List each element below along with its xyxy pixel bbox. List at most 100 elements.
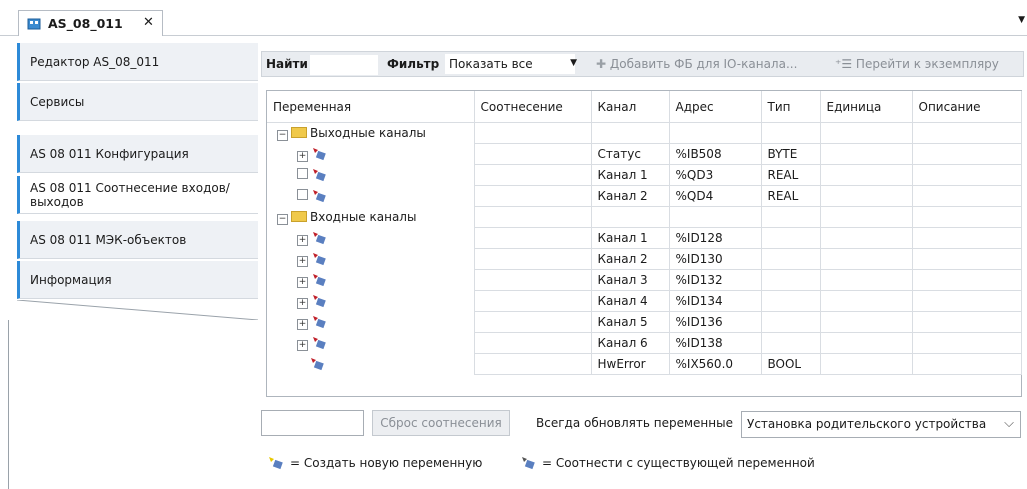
table-row[interactable]: + Канал 1 %ID128 bbox=[267, 227, 1022, 249]
legend-create: = Создать новую переменную bbox=[268, 456, 482, 470]
table-row[interactable]: + Статус %IB508 BYTE bbox=[267, 143, 1022, 165]
variable-icon bbox=[313, 190, 326, 203]
cell-type bbox=[761, 332, 821, 354]
cell-mapping[interactable] bbox=[474, 227, 592, 249]
expand-icon[interactable] bbox=[297, 168, 308, 179]
cell-channel: Канал 3 bbox=[591, 269, 670, 291]
category-services[interactable]: Сервисы bbox=[17, 83, 258, 121]
variable-icon bbox=[313, 252, 326, 265]
group-row[interactable]: − Выходные каналы bbox=[267, 122, 1022, 144]
category-configuration[interactable]: AS 08 011 Конфигурация bbox=[17, 135, 258, 173]
cell-mapping[interactable] bbox=[474, 143, 592, 165]
tab-overflow-icon[interactable]: ▼ bbox=[1018, 15, 1025, 25]
cell-mapping[interactable] bbox=[474, 269, 592, 291]
table-row[interactable]: + Канал 2 %ID130 bbox=[267, 248, 1022, 270]
expand-icon[interactable]: + bbox=[297, 234, 308, 246]
table-row[interactable]: HwError %IX560.0 BOOL bbox=[267, 353, 1022, 375]
category-iec-objects[interactable]: AS 08 011 МЭК-объектов bbox=[17, 221, 258, 259]
cell-channel: Канал 6 bbox=[591, 332, 670, 354]
goto-instance-button[interactable]: ⁺☰ Перейти к экземпляру bbox=[835, 57, 999, 71]
cell-description bbox=[912, 164, 1022, 186]
table-row[interactable]: + Канал 4 %ID134 bbox=[267, 290, 1022, 312]
collapse-icon[interactable]: − bbox=[277, 213, 288, 225]
legend-map-label: = Соотнести с существующей переменной bbox=[542, 456, 815, 470]
document-tab[interactable]: AS_08_011 ✕ bbox=[18, 10, 163, 36]
cell-mapping[interactable] bbox=[474, 248, 592, 270]
table-row[interactable]: + Канал 5 %ID136 bbox=[267, 311, 1022, 333]
chevron-down-icon: ⌵ bbox=[1004, 416, 1014, 431]
cell-mapping[interactable] bbox=[474, 353, 592, 375]
category-label: AS 08 011 Конфигурация bbox=[30, 147, 189, 161]
collapse-icon[interactable]: − bbox=[277, 129, 288, 141]
reset-mapping-button[interactable]: Сброс соотнесения bbox=[372, 410, 510, 436]
close-icon[interactable]: ✕ bbox=[143, 15, 154, 30]
cell-address: %ID134 bbox=[669, 290, 762, 312]
col-header-address[interactable]: Адрес bbox=[669, 91, 762, 123]
always-update-label: Всегда обновлять переменные bbox=[536, 416, 733, 430]
category-label: Сервисы bbox=[30, 95, 85, 109]
cell-type: BYTE bbox=[761, 143, 821, 165]
mapping-toolbar: Найти Фильтр Показать все ▼ ✚ Добавить Ф… bbox=[261, 51, 1024, 77]
category-io-mapping[interactable]: AS 08 011 Соотнесение входов/выходов bbox=[17, 176, 258, 214]
col-header-mapping[interactable]: Соотнесение bbox=[474, 91, 592, 123]
filter-select[interactable]: Показать все ▼ bbox=[445, 54, 577, 74]
table-row[interactable]: + Канал 3 %ID132 bbox=[267, 269, 1022, 291]
expand-icon[interactable]: + bbox=[297, 255, 308, 267]
variable-icon bbox=[313, 315, 326, 328]
group-label: Входные каналы bbox=[310, 209, 417, 224]
cell-mapping[interactable] bbox=[474, 311, 592, 333]
cell-channel: Канал 4 bbox=[591, 290, 670, 312]
legend-create-label: = Создать новую переменную bbox=[290, 456, 483, 470]
document-tab-strip: AS_08_011 ✕ ▼ bbox=[0, 0, 1027, 36]
cell-description bbox=[912, 311, 1022, 333]
cell-mapping[interactable] bbox=[474, 290, 592, 312]
find-input[interactable] bbox=[310, 55, 378, 75]
variable-icon bbox=[313, 169, 326, 182]
parent-device-select[interactable]: Установка родительского устройства ⌵ bbox=[741, 411, 1021, 438]
cell-type bbox=[761, 290, 821, 312]
table-row[interactable]: + Канал 6 %ID138 bbox=[267, 332, 1022, 354]
expand-icon[interactable]: + bbox=[297, 339, 308, 351]
col-header-channel[interactable]: Канал bbox=[591, 91, 670, 123]
cell-type bbox=[761, 269, 821, 291]
cell-channel: Канал 1 bbox=[591, 227, 670, 249]
col-header-variable[interactable]: Переменная bbox=[267, 91, 475, 123]
category-editor[interactable]: Редактор AS_08_011 bbox=[17, 43, 258, 81]
group-row[interactable]: − Входные каналы bbox=[267, 206, 1022, 228]
cell-unit bbox=[820, 332, 913, 354]
expand-icon[interactable] bbox=[297, 189, 308, 200]
expand-icon[interactable]: + bbox=[297, 276, 308, 288]
table-row[interactable]: Канал 1 %QD3 REAL bbox=[267, 164, 1022, 186]
legend-map: = Соотнести с существующей переменной bbox=[520, 456, 815, 470]
cell-mapping[interactable] bbox=[474, 332, 592, 354]
cell-description bbox=[912, 290, 1022, 312]
category-label: AS 08 011 Соотнесение входов/выходов bbox=[30, 181, 230, 209]
category-information[interactable]: Информация bbox=[17, 261, 258, 299]
cell-channel: Канал 5 bbox=[591, 311, 670, 333]
col-header-unit[interactable]: Единица bbox=[820, 91, 913, 123]
variable-icon bbox=[311, 358, 324, 371]
table-row[interactable]: Канал 2 %QD4 REAL bbox=[267, 185, 1022, 207]
editor-category-panel: Редактор AS_08_011 Сервисы AS 08 011 Кон… bbox=[0, 36, 258, 489]
expand-icon[interactable]: + bbox=[297, 318, 308, 330]
expand-icon[interactable]: + bbox=[297, 150, 308, 162]
cell-channel: Канал 2 bbox=[591, 185, 670, 207]
header-row: Переменная Соотнесение Канал Адрес Тип Е… bbox=[267, 91, 1022, 123]
col-header-type[interactable]: Тип bbox=[761, 91, 821, 123]
variable-icon bbox=[313, 336, 326, 349]
variable-box[interactable] bbox=[261, 410, 364, 436]
expand-icon[interactable]: + bbox=[297, 297, 308, 309]
category-label: Редактор AS_08_011 bbox=[30, 55, 160, 69]
cell-address: %IX560.0 bbox=[669, 353, 762, 375]
cell-channel: Канал 1 bbox=[591, 164, 670, 186]
col-header-description[interactable]: Описание bbox=[912, 91, 1022, 123]
add-fb-button[interactable]: ✚ Добавить ФБ для IO-канала... bbox=[596, 57, 797, 71]
cell-mapping[interactable] bbox=[474, 185, 592, 207]
cell-address: %ID130 bbox=[669, 248, 762, 270]
cell-address: %IB508 bbox=[669, 143, 762, 165]
panel-edge-line bbox=[8, 320, 9, 489]
cell-mapping[interactable] bbox=[474, 164, 592, 186]
filter-select-value: Показать все bbox=[449, 57, 533, 71]
cell-unit bbox=[820, 227, 913, 249]
cell-channel: HwError bbox=[591, 353, 670, 375]
